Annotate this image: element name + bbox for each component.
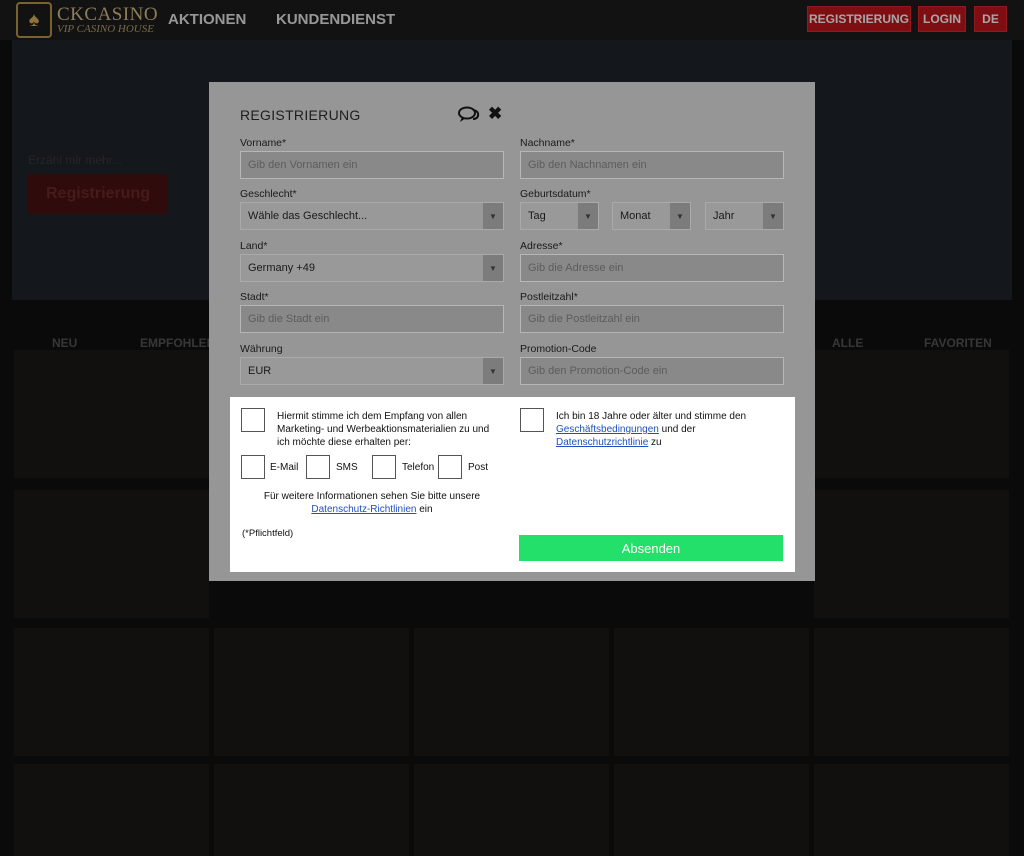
email-checkbox[interactable] bbox=[241, 455, 265, 479]
chat-icon[interactable] bbox=[458, 106, 480, 124]
label-nachname: Nachname* bbox=[520, 137, 575, 149]
age-terms-checkbox[interactable] bbox=[520, 408, 544, 432]
label-land: Land* bbox=[240, 240, 268, 252]
privacy-info-suffix: ein bbox=[419, 504, 433, 515]
geschlecht-select[interactable]: Wähle das Geschlecht... ▼ bbox=[240, 202, 504, 230]
modal-title: REGISTRIERUNG bbox=[240, 107, 361, 123]
tag-value: Tag bbox=[528, 210, 546, 222]
post-checkbox[interactable] bbox=[438, 455, 462, 479]
age-terms-text: Ich bin 18 Jahre oder älter und stimme d… bbox=[556, 410, 786, 449]
chevron-down-icon: ▼ bbox=[483, 203, 503, 229]
postleitzahl-input[interactable]: Gib die Postleitzahl ein bbox=[520, 305, 784, 333]
promotion-input[interactable]: Gib den Promotion-Code ein bbox=[520, 357, 784, 385]
nachname-input[interactable]: Gib den Nachnamen ein bbox=[520, 151, 784, 179]
privacy-info-text: Für weitere Informationen sehen Sie bitt… bbox=[242, 490, 502, 516]
marketing-consent-text: Hiermit stimme ich dem Empfang von allen… bbox=[277, 411, 490, 448]
close-icon[interactable]: ✖ bbox=[488, 104, 502, 124]
chevron-down-icon: ▼ bbox=[578, 203, 598, 229]
jahr-value: Jahr bbox=[713, 210, 735, 222]
stadt-input[interactable]: Gib die Stadt ein bbox=[240, 305, 504, 333]
jahr-select[interactable]: Jahr ▼ bbox=[705, 202, 784, 230]
geschlecht-value: Wähle das Geschlecht... bbox=[248, 210, 368, 222]
required-note: (*Pflichtfeld) bbox=[242, 528, 294, 539]
label-promotion: Promotion-Code bbox=[520, 343, 597, 355]
sms-label: SMS bbox=[336, 462, 358, 473]
age-terms-mid: und der bbox=[661, 424, 696, 435]
telefon-checkbox[interactable] bbox=[372, 455, 396, 479]
label-stadt: Stadt* bbox=[240, 291, 269, 303]
sms-checkbox[interactable] bbox=[306, 455, 330, 479]
waehrung-value: EUR bbox=[248, 365, 272, 377]
consent-section: Hiermit stimme ich dem Empfang von allen… bbox=[230, 397, 795, 572]
privacy-policy-link[interactable]: Datenschutz-Richtlinien bbox=[311, 504, 416, 515]
label-geschlecht: Geschlecht* bbox=[240, 188, 297, 200]
privacy-link[interactable]: Datenschutzrichtlinie bbox=[556, 437, 648, 448]
marketing-checkbox[interactable] bbox=[241, 408, 265, 432]
chevron-down-icon: ▼ bbox=[483, 358, 503, 384]
email-label: E-Mail bbox=[270, 462, 299, 473]
label-postleitzahl: Postleitzahl* bbox=[520, 291, 578, 303]
chevron-down-icon: ▼ bbox=[763, 203, 783, 229]
privacy-info-prefix: Für weitere Informationen sehen Sie bitt… bbox=[263, 491, 481, 502]
label-adresse: Adresse* bbox=[520, 240, 563, 252]
chevron-down-icon: ▼ bbox=[670, 203, 690, 229]
telefon-label: Telefon bbox=[402, 462, 435, 473]
monat-value: Monat bbox=[620, 210, 651, 222]
label-vorname: Vorname* bbox=[240, 137, 287, 149]
tag-select[interactable]: Tag ▼ bbox=[520, 202, 599, 230]
age-terms-suffix: zu bbox=[651, 437, 662, 448]
vorname-input[interactable]: Gib den Vornamen ein bbox=[240, 151, 504, 179]
chevron-down-icon: ▼ bbox=[483, 255, 503, 281]
post-label: Post bbox=[468, 462, 489, 473]
terms-link[interactable]: Geschäftsbedingungen bbox=[556, 424, 659, 435]
land-value: Germany +49 bbox=[248, 262, 315, 274]
label-geburtsdatum: Geburtsdatum* bbox=[520, 188, 591, 200]
submit-button[interactable]: Absenden bbox=[519, 535, 783, 561]
adresse-input[interactable]: Gib die Adresse ein bbox=[520, 254, 784, 282]
waehrung-select[interactable]: EUR ▼ bbox=[240, 357, 504, 385]
registration-modal: REGISTRIERUNG ✖ Vorname* Gib den Vorname… bbox=[209, 82, 815, 581]
monat-select[interactable]: Monat ▼ bbox=[612, 202, 691, 230]
land-select[interactable]: Germany +49 ▼ bbox=[240, 254, 504, 282]
label-waehrung: Währung bbox=[240, 343, 283, 355]
age-terms-prefix: Ich bin 18 Jahre oder älter und stimme d… bbox=[556, 411, 747, 422]
